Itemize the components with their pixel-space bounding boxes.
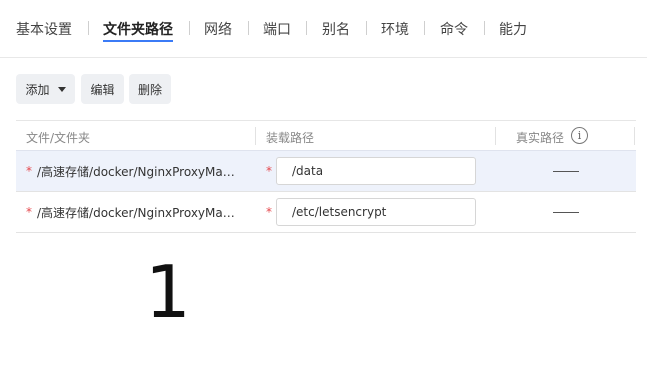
delete-button[interactable]: 删除 xyxy=(129,74,171,104)
tab-basic-settings[interactable]: 基本设置 xyxy=(16,19,72,39)
caret-down-icon xyxy=(57,86,66,92)
tab-bar: 基本设置 文件夹路径 网络 端口 别名 环境 命令 能力 xyxy=(0,0,647,58)
edit-button[interactable]: 编辑 xyxy=(81,74,124,104)
tab-network[interactable]: 网络 xyxy=(204,19,232,39)
folder-path: /高速存储/docker/NginxProxyManager/letsencry… xyxy=(37,206,241,220)
table-header: 文件/文件夹 装载路径 真实路径 i xyxy=(16,120,636,150)
header-mount-path: 装载路径 xyxy=(266,131,315,145)
tab-folder-paths[interactable]: 文件夹路径 xyxy=(103,19,173,39)
header-real-path: 真实路径 xyxy=(516,131,565,145)
tab-separator xyxy=(306,21,307,35)
tab-command[interactable]: 命令 xyxy=(440,19,468,39)
add-button[interactable]: 添加 xyxy=(16,74,75,104)
tab-separator xyxy=(366,21,367,35)
tab-separator xyxy=(424,21,425,35)
required-marker: * xyxy=(266,164,272,178)
real-path-empty xyxy=(553,171,579,172)
tab-environment[interactable]: 环境 xyxy=(381,19,409,39)
annotation-number: 1 xyxy=(145,250,191,334)
mount-path-input[interactable] xyxy=(276,157,476,185)
mount-path-input[interactable] xyxy=(276,198,476,226)
folder-path: /高速存储/docker/NginxProxyManager/data xyxy=(37,165,241,179)
info-icon[interactable]: i xyxy=(571,127,588,144)
tab-separator xyxy=(484,21,485,35)
column-separator[interactable] xyxy=(255,127,256,145)
required-marker: * xyxy=(26,164,32,178)
table-bottom-border xyxy=(16,232,636,233)
tab-separator xyxy=(189,21,190,35)
real-path-empty xyxy=(553,212,579,213)
table-row[interactable]: * /高速存储/docker/NginxProxyManager/letsenc… xyxy=(16,191,636,232)
column-separator[interactable] xyxy=(495,127,496,145)
table-row[interactable]: * /高速存储/docker/NginxProxyManager/data * xyxy=(16,150,636,191)
tab-ports[interactable]: 端口 xyxy=(263,19,291,39)
tab-separator xyxy=(88,21,89,35)
tab-alias[interactable]: 别名 xyxy=(322,19,350,39)
column-separator[interactable] xyxy=(634,127,635,145)
tab-separator xyxy=(248,21,249,35)
required-marker: * xyxy=(26,205,32,219)
active-tab-indicator xyxy=(103,40,173,42)
delete-button-label: 删除 xyxy=(137,82,162,97)
add-button-label: 添加 xyxy=(25,82,50,97)
header-file-folder: 文件/文件夹 xyxy=(26,131,91,145)
tab-capabilities[interactable]: 能力 xyxy=(499,19,527,39)
required-marker: * xyxy=(266,205,272,219)
edit-button-label: 编辑 xyxy=(90,82,115,97)
